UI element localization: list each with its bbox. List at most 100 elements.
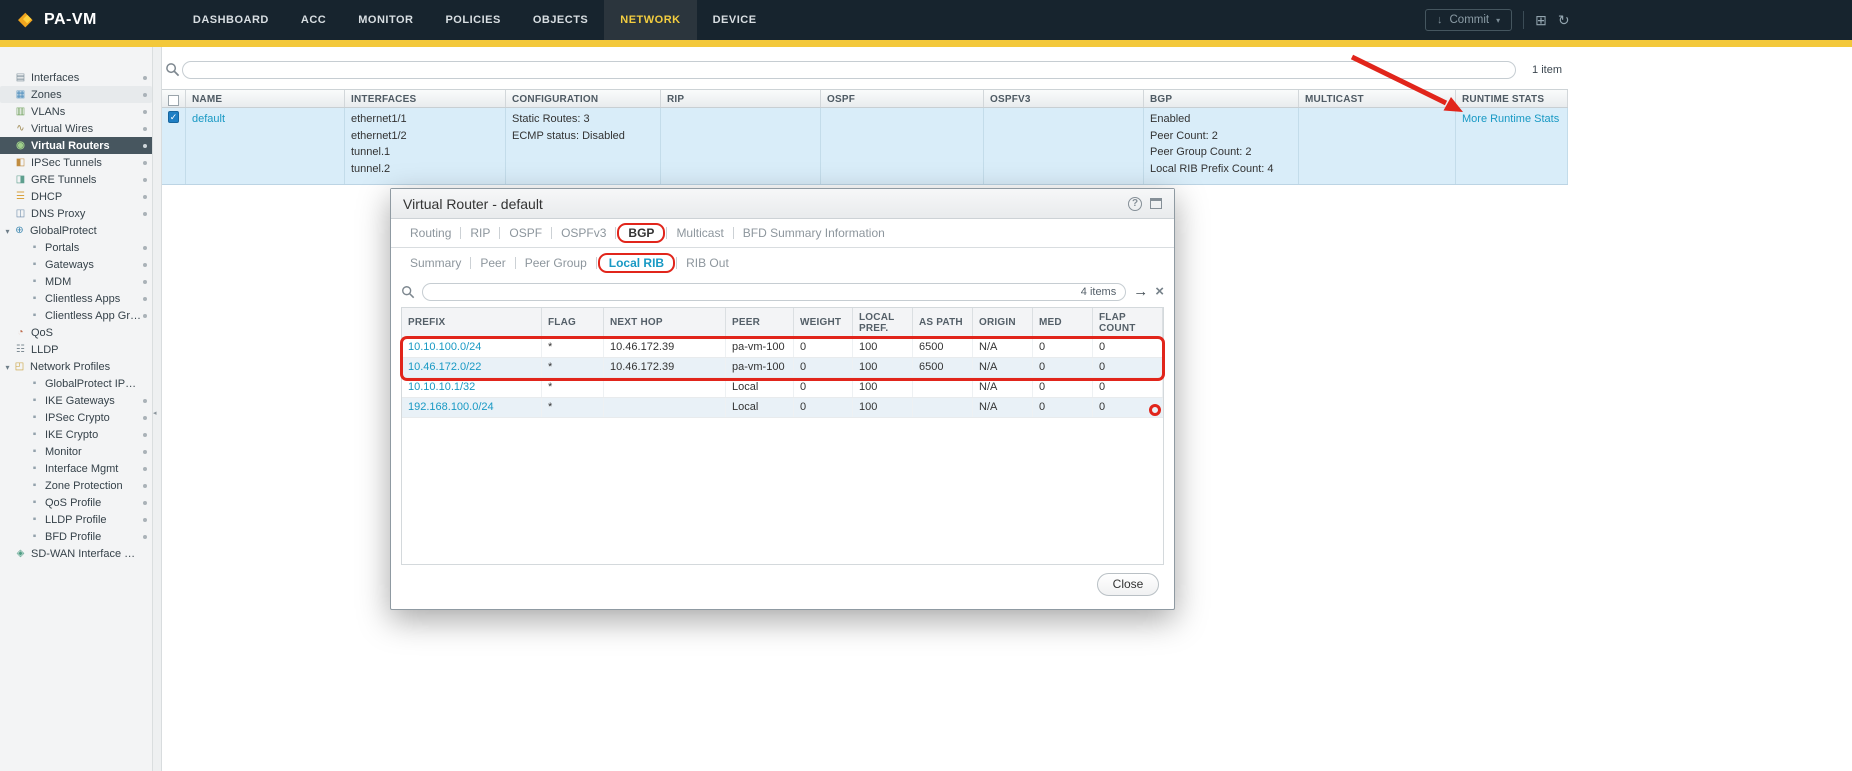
tab-policies[interactable]: POLICIES <box>429 0 516 40</box>
column-header-local-pref[interactable]: LOCAL PREF. <box>853 308 913 337</box>
tab-routing[interactable]: Routing <box>401 226 460 240</box>
tab-monitor[interactable]: MONITOR <box>342 0 429 40</box>
sidebar-item-network-profiles[interactable]: Network Profiles <box>0 358 152 375</box>
sidebar-item-ipsec-crypto[interactable]: IPSec Crypto <box>0 409 152 426</box>
sidebar-item-vlans[interactable]: VLANs <box>0 103 152 120</box>
sidebar-item-dns-proxy[interactable]: DNS Proxy <box>0 205 152 222</box>
sidebar-item-dhcp[interactable]: DHCP <box>0 188 152 205</box>
sidebar-item-qos-profile[interactable]: QoS Profile <box>0 494 152 511</box>
sidebar-item-interface-mgmt[interactable]: Interface Mgmt <box>0 460 152 477</box>
sidebar-item-virtual-routers[interactable]: Virtual Routers <box>0 137 152 154</box>
sidebar-item-globalprotect[interactable]: GlobalProtect <box>0 222 152 239</box>
tab-bgp[interactable]: BGP <box>617 223 665 243</box>
sidebar-collapse-handle[interactable] <box>153 47 162 771</box>
rib-prefix-link[interactable]: 10.46.172.0/22 <box>402 358 542 377</box>
subtab-local-rib[interactable]: Local RIB <box>598 253 675 273</box>
column-header-peer[interactable]: PEER <box>726 308 794 337</box>
help-icon[interactable] <box>1128 197 1142 211</box>
tab-bfd-summary-information[interactable]: BFD Summary Information <box>734 226 894 240</box>
column-header-rip[interactable]: RIP <box>661 90 821 107</box>
sidebar-item-portals[interactable]: Portals <box>0 239 152 256</box>
sidebar-item-sdwan-interface-profile[interactable]: SD-WAN Interface Profile <box>0 545 152 562</box>
rib-row[interactable]: 192.168.100.0/24*Local0100N/A00 <box>402 398 1163 418</box>
select-all-checkbox[interactable] <box>162 90 186 107</box>
rib-row[interactable]: 10.46.172.0/22*10.46.172.39pa-vm-1000100… <box>402 358 1163 378</box>
item-indicator-dot <box>143 195 147 199</box>
subtab-peer[interactable]: Peer <box>471 256 514 270</box>
column-header-weight[interactable]: WEIGHT <box>794 308 853 337</box>
tab-acc[interactable]: ACC <box>285 0 342 40</box>
chevron-down-icon[interactable] <box>2 361 13 373</box>
rib-prefix-link[interactable]: 10.10.10.1/32 <box>402 378 542 397</box>
interface-entry: ethernet1/2 <box>351 128 499 145</box>
rib-row[interactable]: 10.10.10.1/32*Local0100N/A00 <box>402 378 1163 398</box>
sidebar-item-gp-ipsec-crypto[interactable]: GlobalProtect IPSec Crypto <box>0 375 152 392</box>
column-header-runtime-stats[interactable]: RUNTIME STATS <box>1456 90 1568 107</box>
table-row[interactable]: default ethernet1/1 ethernet1/2 tunnel.1… <box>162 108 1568 185</box>
router-name-link[interactable]: default <box>192 113 225 125</box>
tab-network[interactable]: NETWORK <box>604 0 696 40</box>
item-indicator-dot <box>143 399 147 403</box>
sidebar-item-clientless-apps[interactable]: Clientless Apps <box>0 290 152 307</box>
rib-cell: 0 <box>1033 398 1093 417</box>
more-runtime-stats-link[interactable]: More Runtime Stats <box>1462 113 1559 125</box>
sidebar-item-qos[interactable]: QoS <box>0 324 152 341</box>
sidebar-item-interfaces[interactable]: Interfaces <box>0 69 152 86</box>
column-header-configuration[interactable]: CONFIGURATION <box>506 90 661 107</box>
tab-dashboard[interactable]: DASHBOARD <box>177 0 285 40</box>
subtab-peer-group[interactable]: Peer Group <box>516 256 596 270</box>
tab-ospfv3[interactable]: OSPFv3 <box>552 226 615 240</box>
rib-prefix-link[interactable]: 10.10.100.0/24 <box>402 338 542 357</box>
sidebar-item-lldp-profile[interactable]: LLDP Profile <box>0 511 152 528</box>
sidebar-item-gateways[interactable]: Gateways <box>0 256 152 273</box>
chevron-down-icon[interactable] <box>2 225 13 237</box>
apply-filter-icon[interactable] <box>1133 283 1148 301</box>
subtab-summary[interactable]: Summary <box>401 256 470 270</box>
sidebar-item-zone-protection[interactable]: Zone Protection <box>0 477 152 494</box>
column-header-med[interactable]: MED <box>1033 308 1093 337</box>
column-header-name[interactable]: NAME <box>186 90 345 107</box>
sidebar-item-ipsec-tunnels[interactable]: IPSec Tunnels <box>0 154 152 171</box>
sidebar-item-gre-tunnels[interactable]: GRE Tunnels <box>0 171 152 188</box>
sidebar-item-bfd-profile[interactable]: BFD Profile <box>0 528 152 545</box>
tab-multicast[interactable]: Multicast <box>667 226 732 240</box>
tab-ospf[interactable]: OSPF <box>500 226 551 240</box>
sidebar-item-virtual-wires[interactable]: Virtual Wires <box>0 120 152 137</box>
sidebar-item-zones[interactable]: Zones <box>0 86 152 103</box>
clear-filter-icon[interactable] <box>1155 283 1164 301</box>
column-header-multicast[interactable]: MULTICAST <box>1299 90 1456 107</box>
column-header-ospf[interactable]: OSPF <box>821 90 984 107</box>
column-header-next-hop[interactable]: NEXT HOP <box>604 308 726 337</box>
search-input[interactable] <box>182 61 1516 79</box>
rib-row[interactable]: 10.10.100.0/24*10.46.172.39pa-vm-1000100… <box>402 338 1163 358</box>
column-header-prefix[interactable]: PREFIX <box>402 308 542 337</box>
tab-device[interactable]: DEVICE <box>697 0 773 40</box>
column-header-origin[interactable]: ORIGIN <box>973 308 1033 337</box>
checkbox-unchecked[interactable] <box>168 95 179 106</box>
column-header-flap-count[interactable]: FLAP COUNT <box>1093 308 1163 337</box>
sidebar-item-monitor[interactable]: Monitor <box>0 443 152 460</box>
column-header-bgp[interactable]: BGP <box>1144 90 1299 107</box>
subtab-rib-out[interactable]: RIB Out <box>677 256 738 270</box>
close-button[interactable]: Close <box>1097 573 1159 596</box>
tab-rip[interactable]: RIP <box>461 226 499 240</box>
rib-prefix-link[interactable]: 192.168.100.0/24 <box>402 398 542 417</box>
window-restore-icon[interactable] <box>1150 198 1162 209</box>
rib-cell: 0 <box>794 398 853 417</box>
column-header-interfaces[interactable]: INTERFACES <box>345 90 506 107</box>
sidebar-item-ike-crypto[interactable]: IKE Crypto <box>0 426 152 443</box>
column-header-flag[interactable]: FLAG <box>542 308 604 337</box>
tab-objects[interactable]: OBJECTS <box>517 0 604 40</box>
tasks-icon[interactable] <box>1558 0 1570 40</box>
save-config-icon[interactable] <box>1535 0 1547 40</box>
sidebar-item-mdm[interactable]: MDM <box>0 273 152 290</box>
commit-button[interactable]: Commit <box>1425 9 1512 31</box>
sidebar-item-label: Interfaces <box>31 72 152 84</box>
sidebar-item-clientless-app-groups[interactable]: Clientless App Groups <box>0 307 152 324</box>
column-header-ospfv3[interactable]: OSPFV3 <box>984 90 1144 107</box>
sidebar-item-ike-gateways[interactable]: IKE Gateways <box>0 392 152 409</box>
sidebar-item-lldp[interactable]: LLDP <box>0 341 152 358</box>
rib-search-input[interactable] <box>423 286 1125 302</box>
checkbox-checked[interactable] <box>168 111 179 123</box>
column-header-as-path[interactable]: AS PATH <box>913 308 973 337</box>
